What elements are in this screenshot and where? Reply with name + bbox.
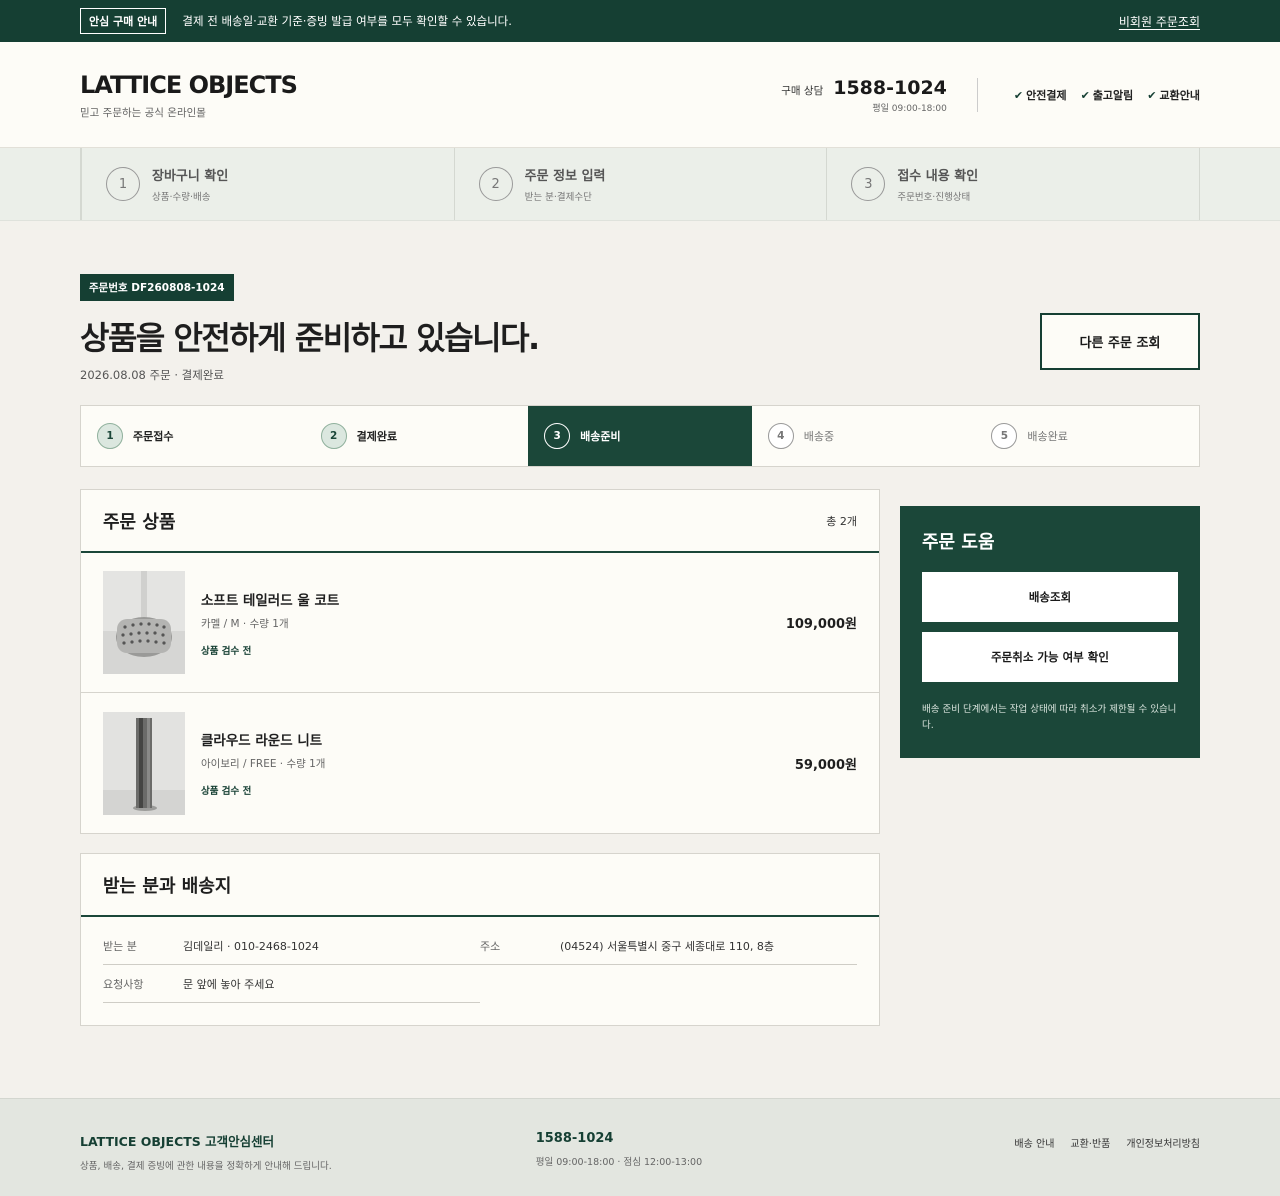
progress-label: 배송중 (803, 430, 835, 443)
list-item: 소프트 테일러드 울 코트 카멜 / M · 수량 1개 상품 검수 전 109… (81, 553, 879, 693)
product-image[interactable] (103, 711, 185, 815)
product-thumbnail-icon (103, 571, 185, 674)
progress-label: 배송준비 (580, 430, 621, 443)
main-content: 주문번호 DF260808-1024 상품을 안전하게 준비하고 있습니다. 2… (0, 221, 1280, 1026)
checkout-step-info: 2 주문 정보 입력 받는 분·결제수단 (455, 148, 828, 220)
step-sub: 받는 분·결제수단 (524, 192, 592, 203)
progress-number: 3 (544, 423, 571, 449)
check-icon: ✔ (1013, 89, 1024, 102)
contact-block: 구매 상담 1588-1024 평일 09:00-18:00 (781, 77, 947, 114)
notice-text: 결제 전 배송일·교환 기준·증빙 발급 여부를 모두 확인할 수 있습니다. (182, 14, 512, 28)
page-title: 상품을 안전하게 준비하고 있습니다. (80, 319, 540, 357)
footer-title: LATTICE OBJECTS 고객안심센터 (80, 1134, 275, 1149)
product-name[interactable]: 클라우드 라운드 니트 (201, 729, 325, 749)
contact-hours: 평일 09:00-18:00 (872, 103, 947, 114)
card-title: 주문 상품 (103, 511, 176, 533)
trust-badge: ✔ 출고알림 (1080, 89, 1134, 102)
progress-number: 5 (991, 423, 1018, 449)
product-price: 59,000원 (794, 757, 857, 773)
progress-label: 결제완료 (356, 430, 398, 443)
safe-purchase-badge: 안심 구매 안내 (80, 8, 167, 34)
check-icon: ✔ (1147, 89, 1157, 102)
step-sub: 주문번호·진행상태 (897, 192, 971, 203)
receiver-value: 김데일리 · 010-2468-1024 (183, 939, 319, 953)
other-order-lookup-button[interactable]: 다른 주문 조회 (1040, 313, 1200, 370)
footer-number: 1588-1024 (535, 1131, 614, 1146)
progress-step-delivered: 5 배송완료 (975, 406, 1199, 466)
contact-number: 1588-1024 (833, 76, 947, 99)
progress-number: 4 (767, 423, 794, 449)
logo-tagline: 믿고 주문하는 공식 온라인몰 (80, 106, 206, 119)
progress-step-paid: 2 결제완료 (305, 406, 529, 466)
site-header: LATTICE OBJECTS 믿고 주문하는 공식 온라인몰 구매 상담 15… (0, 42, 1280, 148)
order-items-card: 주문 상품 총 2개 소프트 테일러드 울 코트 카멜 / M · 수량 1개 … (80, 489, 880, 834)
address-value: (04524) 서울특별시 중구 세종대로 110, 8층 (560, 939, 774, 953)
step-number: 1 (106, 167, 140, 201)
footer-link-shipping[interactable]: 배송 안내 (1014, 1135, 1054, 1172)
request-value: 문 앞에 놓아 주세요 (183, 977, 275, 991)
brand[interactable]: LATTICE OBJECTS 믿고 주문하는 공식 온라인몰 (80, 71, 298, 120)
step-sub: 상품·수량·배송 (152, 192, 211, 203)
shipping-card: 받는 분과 배송지 받는 분 김데일리 · 010-2468-1024 주소 (… (80, 853, 880, 1026)
step-number: 2 (478, 167, 513, 201)
step-number: 3 (851, 167, 886, 201)
delivery-progress: 1 주문접수 2 결제완료 3 배송준비 4 배송중 5 배송완료 (80, 405, 1200, 467)
request-label: 요청사항 (103, 977, 144, 991)
help-note: 배송 준비 단계에서는 작업 상태에 따라 취소가 제한될 수 있습니다. (922, 704, 1177, 731)
product-status: 상품 검수 전 (201, 786, 252, 797)
order-date-status: 2026.08.08 주문 · 결제완료 (80, 368, 224, 382)
footer-hours: 평일 09:00-18:00 · 점심 12:00-13:00 (535, 1157, 703, 1168)
footer-links: 배송 안내 교환·반품 개인정보처리방침 (1014, 1135, 1200, 1172)
logo[interactable]: LATTICE OBJECTS (80, 71, 298, 99)
product-option: 아이보리 / FREE · 수량 1개 (201, 758, 326, 770)
progress-step-received: 1 주문접수 (81, 406, 305, 466)
product-image[interactable] (103, 571, 185, 674)
receiver-label: 받는 분 (103, 939, 137, 953)
help-title: 주문 도움 (922, 532, 995, 553)
checkout-step-cart: 1 장바구니 확인 상품·수량·배송 (82, 148, 455, 220)
footer-link-privacy[interactable]: 개인정보처리방침 (1126, 1135, 1200, 1172)
product-price: 109,000원 (785, 617, 857, 632)
check-icon: ✔ (1080, 89, 1090, 102)
card-title: 받는 분과 배송지 (103, 875, 232, 897)
progress-number: 2 (320, 423, 347, 449)
product-status: 상품 검수 전 (201, 645, 252, 657)
footer-link-returns[interactable]: 교환·반품 (1070, 1135, 1110, 1172)
cancel-check-button[interactable]: 주문취소 가능 여부 확인 (922, 632, 1178, 682)
product-thumbnail-icon (103, 711, 185, 815)
checkout-step-confirm: 3 접수 내용 확인 주문번호·진행상태 (827, 148, 1199, 220)
contact-label: 구매 상담 (781, 84, 824, 97)
track-delivery-button[interactable]: 배송조회 (922, 572, 1178, 622)
item-count: 총 2개 (826, 514, 857, 528)
address-row: 주소 (04524) 서울특별시 중구 세종대로 110, 8층 (480, 927, 857, 965)
receiver-row: 받는 분 김데일리 · 010-2468-1024 (103, 927, 480, 965)
order-number-badge: 주문번호 DF260808-1024 (80, 274, 234, 301)
address-label: 주소 (480, 939, 501, 953)
list-item: 클라우드 라운드 니트 아이보리 / FREE · 수량 1개 상품 검수 전 … (81, 693, 879, 833)
request-row: 요청사항 문 앞에 놓아 주세요 (103, 965, 480, 1003)
footer-sub: 상품, 배송, 결제 증빙에 관한 내용을 정확하게 안내해 드립니다. (80, 1161, 332, 1172)
trust-badge: ✔ 안전결제 (1013, 89, 1067, 102)
trust-badges: ✔ 안전결제 ✔ 출고알림 ✔ 교환안내 (1014, 87, 1200, 103)
trust-badge: ✔ 교환안내 (1147, 89, 1200, 102)
progress-label: 주문접수 (133, 430, 174, 443)
step-title: 장바구니 확인 (152, 169, 229, 184)
divider (976, 78, 978, 112)
site-footer: LATTICE OBJECTS 고객안심센터 상품, 배송, 결제 증빙에 관한… (0, 1098, 1280, 1196)
progress-step-preparing: 3 배송준비 (528, 406, 752, 466)
step-title: 주문 정보 입력 (524, 169, 606, 184)
top-notice-bar: 안심 구매 안내 결제 전 배송일·교환 기준·증빙 발급 여부를 모두 확인할… (0, 0, 1280, 42)
progress-number: 1 (97, 423, 123, 449)
checkout-steps: 1 장바구니 확인 상품·수량·배송 2 주문 정보 입력 받는 분·결제수단 … (0, 148, 1280, 221)
step-title: 접수 내용 확인 (897, 169, 979, 184)
guest-order-lookup-link[interactable]: 비회원 주문조회 (1119, 13, 1200, 30)
order-help-panel: 주문 도움 배송조회 주문취소 가능 여부 확인 배송 준비 단계에서는 작업 … (900, 506, 1200, 758)
progress-label: 배송완료 (1027, 430, 1068, 443)
product-option: 카멜 / M · 수량 1개 (201, 617, 289, 630)
product-name[interactable]: 소프트 테일러드 울 코트 (201, 589, 339, 609)
progress-step-shipping: 4 배송중 (752, 406, 976, 466)
